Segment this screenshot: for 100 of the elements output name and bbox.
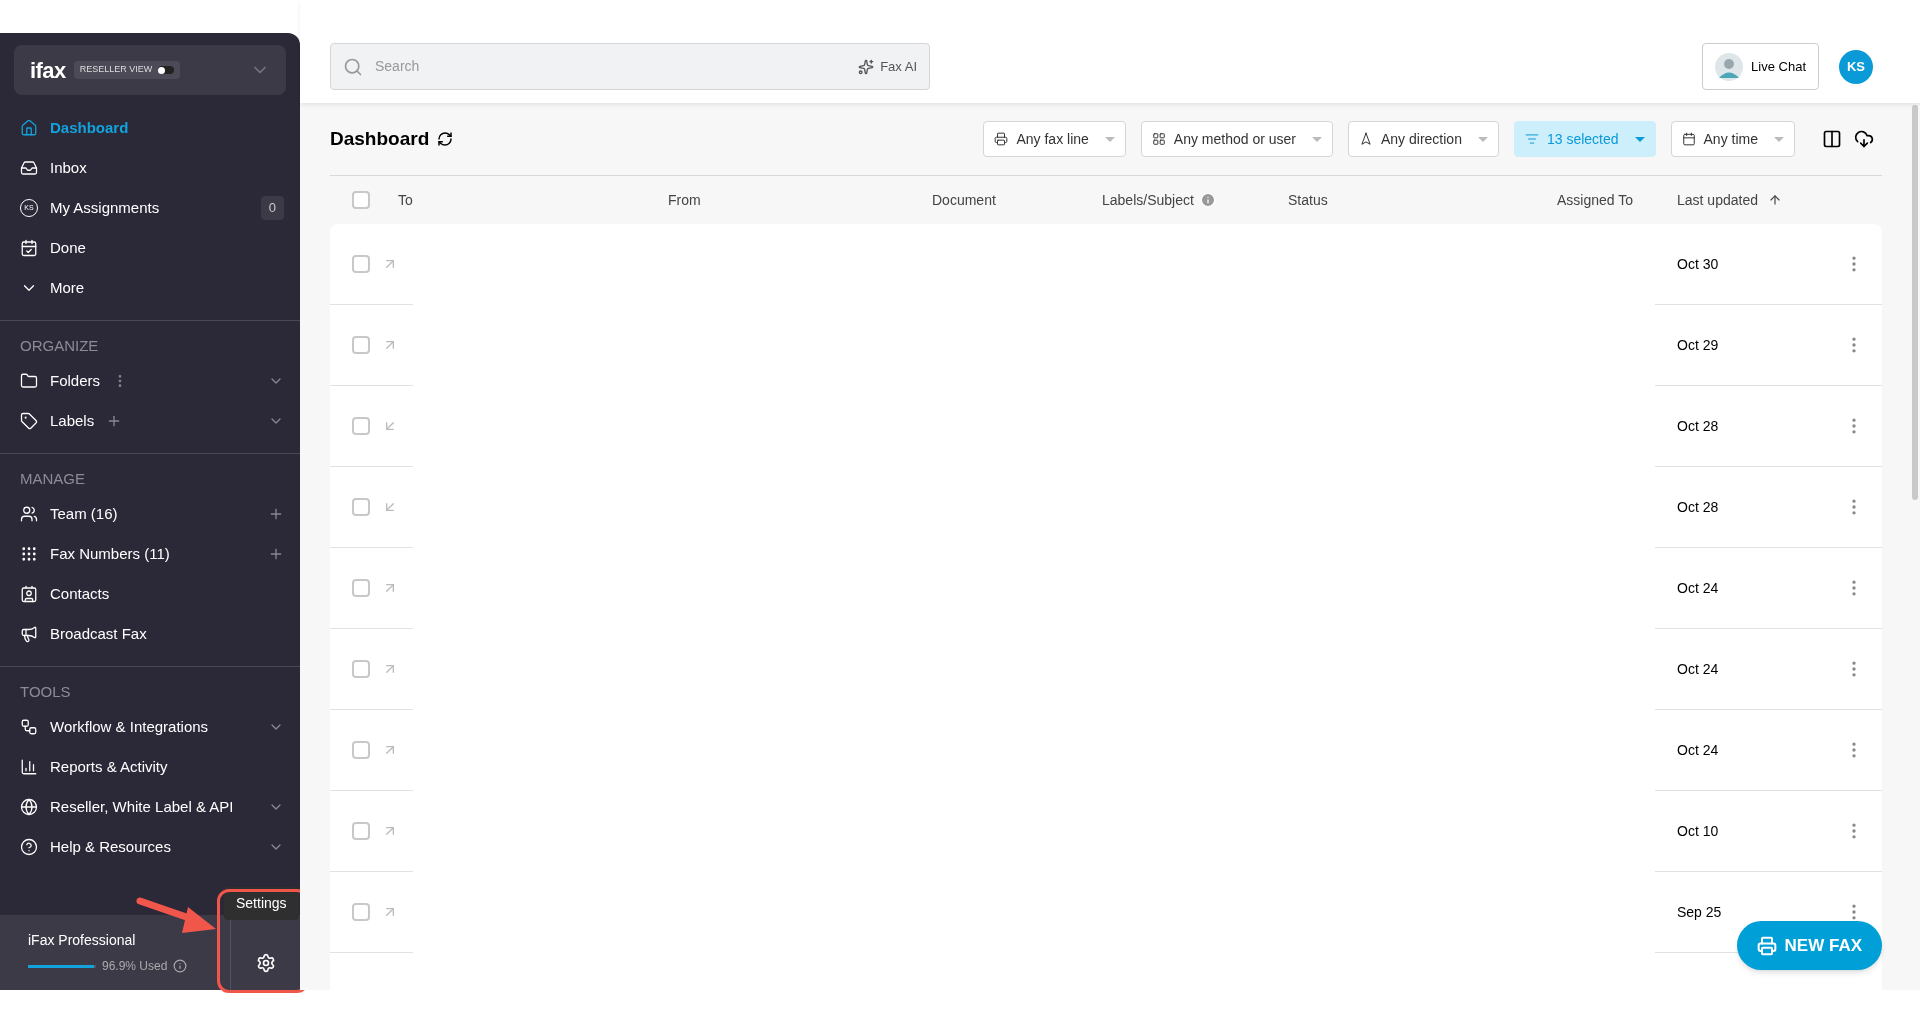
inbox-icon <box>20 159 38 177</box>
home-icon <box>20 119 38 137</box>
item-label: More <box>50 277 85 298</box>
filter-dropdown[interactable]: Any fax line <box>983 121 1126 157</box>
sidebar-item[interactable]: Inbox <box>0 148 300 188</box>
item-label: Fax Numbers (11) <box>50 543 170 564</box>
calendar-icon <box>1681 132 1696 146</box>
row-checkbox[interactable] <box>352 903 370 921</box>
search-icon <box>343 56 363 77</box>
item-label: Help & Resources <box>50 836 171 857</box>
sort-up-icon[interactable] <box>1767 193 1782 207</box>
sidebar-item[interactable]: Help & Resources <box>0 827 300 867</box>
item-label: Labels <box>50 410 95 431</box>
date-cell-text: Oct 30 <box>1677 254 1719 274</box>
search-field[interactable]: Search Fax AI <box>330 43 930 90</box>
column-header[interactable]: Document <box>932 189 996 211</box>
filter-label: Any method or user <box>1173 129 1296 149</box>
date-cell-text: Oct 29 <box>1677 335 1719 355</box>
sidebar-item[interactable]: Fax Numbers (11) <box>0 534 300 574</box>
filter-label: Any fax line <box>1016 129 1089 149</box>
toggle-switch[interactable] <box>158 66 175 74</box>
live-chat-button[interactable]: Live Chat <box>1702 43 1819 90</box>
row-checkbox[interactable] <box>352 417 370 435</box>
row-checkbox[interactable] <box>352 822 370 840</box>
column-header[interactable]: Assigned To <box>1557 189 1633 211</box>
sidebar-item[interactable]: Broadcast Fax <box>0 614 300 654</box>
contact-card-icon <box>20 585 38 603</box>
item-label: Reseller, White Label & API <box>50 796 234 817</box>
fax-icon <box>1756 935 1777 956</box>
sidebar-item[interactable]: Contacts <box>0 574 300 614</box>
dot-grid-icon <box>20 545 38 563</box>
item-label: Folders <box>50 370 101 391</box>
item-label: Contacts <box>50 583 110 604</box>
sidebar-item[interactable]: Reseller, White Label & API <box>0 787 300 827</box>
sidebar-item[interactable]: Done <box>0 228 300 268</box>
filter-dropdown[interactable]: Any direction <box>1348 121 1499 157</box>
date-cell-text: Oct 28 <box>1677 416 1719 436</box>
column-header[interactable]: Last updated <box>1677 189 1758 211</box>
usage-text: 96.9% Used <box>102 958 168 975</box>
globe-icon <box>20 798 38 816</box>
item-label: Inbox <box>50 157 87 178</box>
cloud-download-icon[interactable] <box>1854 129 1874 149</box>
sidebar-item[interactable]: Dashboard <box>0 108 300 148</box>
sparkle-icon <box>858 58 875 75</box>
filter-label: Any direction <box>1381 129 1462 149</box>
sidebar-item[interactable]: Labels <box>0 401 300 441</box>
item-label: Workflow & Integrations <box>50 716 209 737</box>
list-icon <box>1524 132 1539 146</box>
caret-icon <box>1104 136 1115 142</box>
direction-icon <box>1359 132 1373 146</box>
help-icon <box>20 838 38 856</box>
sidebar-item[interactable]: Workflow & Integrations <box>0 707 300 747</box>
column-header[interactable]: From <box>668 189 701 211</box>
date-cell-text: Oct 10 <box>1677 821 1719 841</box>
date-cell-text: Oct 28 <box>1677 497 1719 517</box>
agent-avatar <box>1715 52 1744 81</box>
settings-icon <box>255 952 276 973</box>
section-heading: MANAGE <box>19 468 86 489</box>
row-checkbox[interactable] <box>352 741 370 759</box>
workflow-icon <box>20 718 38 736</box>
bar-chart-icon <box>20 758 38 776</box>
megaphone-icon <box>20 625 38 643</box>
account-switcher[interactable]: ifax RESELLER VIEW <box>14 45 286 95</box>
logo: ifax <box>30 56 66 85</box>
search-input[interactable]: Search <box>375 56 847 77</box>
fax-ai-button[interactable]: Fax AI <box>858 56 917 77</box>
columns-icon[interactable] <box>1822 129 1842 149</box>
filter-dropdown[interactable]: Any method or user <box>1140 121 1333 157</box>
refresh-icon[interactable] <box>437 131 454 147</box>
filter-dropdown[interactable]: Any time <box>1670 121 1795 157</box>
column-header[interactable]: To <box>398 189 413 211</box>
select-all-checkbox[interactable] <box>352 191 370 209</box>
item-label: Reports & Activity <box>50 756 168 777</box>
sidebar-item[interactable]: Reports & Activity <box>0 747 300 787</box>
sidebar-item[interactable]: Folders <box>0 361 300 401</box>
section-heading: ORGANIZE <box>19 335 100 356</box>
reseller-view-toggle[interactable]: RESELLER VIEW <box>73 61 181 79</box>
row-checkbox[interactable] <box>352 660 370 678</box>
row-checkbox[interactable] <box>352 498 370 516</box>
sidebar-item[interactable]: Team (16) <box>0 494 300 534</box>
row-checkbox[interactable] <box>352 255 370 273</box>
column-header[interactable]: Labels/Subject <box>1102 189 1194 211</box>
plus-icon[interactable] <box>268 546 284 562</box>
caret-icon <box>1634 136 1645 142</box>
count-badge: 0 <box>260 196 284 220</box>
info-icon[interactable] <box>173 959 188 973</box>
item-label: Dashboard <box>50 117 129 138</box>
plan-name: iFax Professional <box>28 931 137 950</box>
sidebar-item[interactable]: More <box>0 268 300 308</box>
filter-label: Any time <box>1703 129 1758 149</box>
row-checkbox[interactable] <box>352 579 370 597</box>
grid-icon <box>1151 132 1166 146</box>
folder-icon <box>20 372 38 390</box>
item-label: Done <box>50 237 86 258</box>
date-cell-text: Sep 25 <box>1677 902 1722 922</box>
caret-icon <box>1477 136 1488 142</box>
row-checkbox[interactable] <box>352 336 370 354</box>
plus-icon[interactable] <box>268 506 284 522</box>
column-header[interactable]: Status <box>1288 189 1328 211</box>
caret-icon <box>1312 136 1322 142</box>
